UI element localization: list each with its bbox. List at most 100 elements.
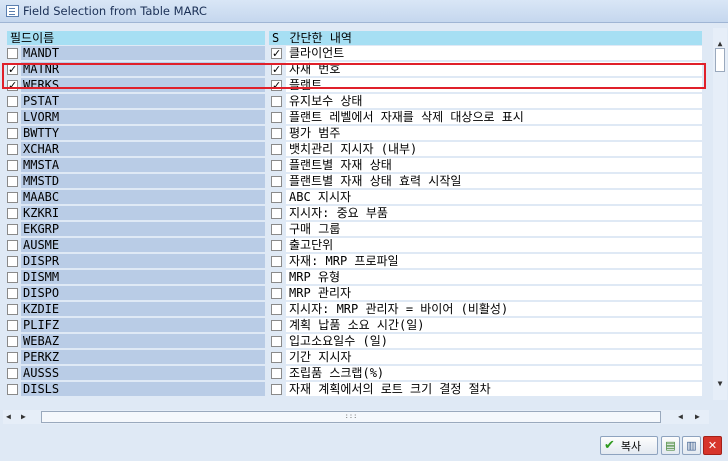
select-field-checkbox[interactable] bbox=[7, 176, 18, 187]
select-field-checkbox[interactable] bbox=[7, 256, 18, 267]
select-field-checkbox[interactable] bbox=[7, 352, 18, 363]
table-row: DISPO MRP 관리자 bbox=[3, 286, 714, 302]
select-field-checkbox[interactable] bbox=[7, 320, 18, 331]
select-field-checkbox[interactable]: ✓ bbox=[7, 80, 18, 91]
table-row: AUSME 출고단위 bbox=[3, 238, 714, 254]
field-name-cell: PLIFZ bbox=[21, 318, 265, 333]
short-description-cell: 구매 그룹 bbox=[286, 222, 702, 237]
select-field-checkbox[interactable] bbox=[7, 160, 18, 171]
show-field-checkbox[interactable]: ✓ bbox=[271, 80, 282, 91]
field-name-cell: KZKRI bbox=[21, 206, 265, 221]
scroll-left-end-icon[interactable]: ◀ bbox=[678, 413, 683, 421]
show-field-checkbox[interactable] bbox=[271, 272, 282, 283]
show-field-checkbox[interactable] bbox=[271, 368, 282, 379]
select-field-checkbox[interactable] bbox=[7, 368, 18, 379]
short-description-cell: 유지보수 상태 bbox=[286, 94, 702, 109]
short-description-cell: 클라이언트 bbox=[286, 46, 702, 61]
show-field-checkbox[interactable] bbox=[271, 192, 282, 203]
field-name-cell: MAABC bbox=[21, 190, 265, 205]
table-row: MAABC ABC 지시자 bbox=[3, 190, 714, 206]
select-field-checkbox[interactable] bbox=[7, 112, 18, 123]
select-field-checkbox[interactable] bbox=[7, 48, 18, 59]
select-field-checkbox[interactable] bbox=[7, 288, 18, 299]
select-field-checkbox[interactable] bbox=[7, 128, 18, 139]
copy-button[interactable]: ✔ 복사 bbox=[600, 436, 658, 455]
show-field-checkbox[interactable] bbox=[271, 96, 282, 107]
field-name-cell: AUSSS bbox=[21, 366, 265, 381]
vertical-scroll-thumb[interactable] bbox=[715, 48, 725, 72]
show-field-checkbox[interactable] bbox=[271, 336, 282, 347]
title-bar: Field Selection from Table MARC bbox=[0, 0, 728, 23]
select-field-checkbox[interactable] bbox=[7, 144, 18, 155]
short-description-cell: 플랜트별 자재 상태 효력 시작일 bbox=[286, 174, 702, 189]
table-row: BWTTY 평가 범주 bbox=[3, 126, 714, 142]
show-field-checkbox[interactable] bbox=[271, 288, 282, 299]
select-field-checkbox[interactable] bbox=[7, 240, 18, 251]
field-name-cell: MANDT bbox=[21, 46, 265, 61]
show-field-checkbox[interactable] bbox=[271, 240, 282, 251]
select-field-checkbox[interactable] bbox=[7, 336, 18, 347]
show-field-checkbox[interactable]: ✓ bbox=[271, 64, 282, 75]
show-field-checkbox[interactable] bbox=[271, 352, 282, 363]
dialog-footer: ✔ 복사 ▤ ▥ ✕ bbox=[0, 428, 728, 461]
short-description-cell: 플랜트 bbox=[286, 78, 702, 93]
short-description-cell: 플랜트별 자재 상태 bbox=[286, 158, 702, 173]
table-row: ✓ MATNR ✓ 자재 번호 bbox=[3, 62, 714, 78]
table-row: PLIFZ 계획 납품 소요 시간(일) bbox=[3, 318, 714, 334]
show-field-checkbox[interactable] bbox=[271, 304, 282, 315]
table-row: KZKRI 지시자: 중요 부품 bbox=[3, 206, 714, 222]
show-field-checkbox[interactable] bbox=[271, 128, 282, 139]
horizontal-scroll-thumb[interactable]: ::: bbox=[41, 411, 661, 423]
field-selection-table: 필드이름 S 간단한 내역 MANDT ✓ 클라이언트 ✓ MATNR ✓ 자재 번호 ✓ WE… bbox=[3, 28, 714, 428]
show-field-checkbox[interactable] bbox=[271, 384, 282, 395]
scroll-right-end-icon[interactable]: ▶ bbox=[695, 413, 700, 421]
table-row: DISLS 자재 계획에서의 로트 크기 결정 절차 bbox=[3, 382, 714, 398]
select-all-icon[interactable]: ▤ bbox=[661, 436, 680, 455]
table-row: LVORM 플랜트 레벨에서 자재를 삭제 대상으로 표시 bbox=[3, 110, 714, 126]
select-field-checkbox[interactable] bbox=[7, 272, 18, 283]
field-name-cell: BWTTY bbox=[21, 126, 265, 141]
vertical-scrollbar[interactable]: ▲ ▼ bbox=[713, 28, 727, 400]
short-description-cell: 지시자: MRP 관리자 = 바이어 (비활성) bbox=[286, 302, 702, 317]
short-description-cell: MRP 관리자 bbox=[286, 286, 702, 301]
show-field-checkbox[interactable] bbox=[271, 208, 282, 219]
select-field-checkbox[interactable] bbox=[7, 304, 18, 315]
select-field-checkbox[interactable] bbox=[7, 208, 18, 219]
table-row: EKGRP 구매 그룹 bbox=[3, 222, 714, 238]
show-field-checkbox[interactable] bbox=[271, 176, 282, 187]
select-field-checkbox[interactable] bbox=[7, 224, 18, 235]
select-field-checkbox[interactable] bbox=[7, 192, 18, 203]
show-field-checkbox[interactable] bbox=[271, 112, 282, 123]
table-row: MANDT ✓ 클라이언트 bbox=[3, 46, 714, 62]
show-field-checkbox[interactable] bbox=[271, 224, 282, 235]
show-field-checkbox[interactable] bbox=[271, 320, 282, 331]
show-field-checkbox[interactable] bbox=[271, 256, 282, 267]
table-row: MMSTA 플랜트별 자재 상태 bbox=[3, 158, 714, 174]
scroll-down-icon[interactable]: ▼ bbox=[716, 380, 724, 388]
deselect-all-icon[interactable]: ▥ bbox=[682, 436, 701, 455]
field-name-cell: DISLS bbox=[21, 382, 265, 397]
select-field-checkbox[interactable] bbox=[7, 96, 18, 107]
short-description-cell: 뱃치관리 지시자 (내부) bbox=[286, 142, 702, 157]
show-field-checkbox[interactable]: ✓ bbox=[271, 48, 282, 59]
dialog-icon bbox=[6, 5, 19, 17]
cancel-icon[interactable]: ✕ bbox=[703, 436, 722, 455]
horizontal-scrollbar[interactable]: ◀ ▶ ::: ◀ ▶ bbox=[3, 410, 709, 424]
column-header-short-desc[interactable]: S 간단한 내역 bbox=[269, 31, 702, 45]
field-name-cell: DISPO bbox=[21, 286, 265, 301]
table-row: KZDIE 지시자: MRP 관리자 = 바이어 (비활성) bbox=[3, 302, 714, 318]
scroll-up-icon[interactable]: ▲ bbox=[716, 40, 724, 48]
scroll-left-icon[interactable]: ◀ bbox=[6, 413, 11, 421]
column-header-field-name[interactable]: 필드이름 bbox=[7, 31, 265, 45]
field-name-cell: PERKZ bbox=[21, 350, 265, 365]
field-name-cell: DISPR bbox=[21, 254, 265, 269]
show-field-checkbox[interactable] bbox=[271, 160, 282, 171]
show-field-checkbox[interactable] bbox=[271, 144, 282, 155]
field-name-cell: MATNR bbox=[21, 62, 265, 77]
select-field-checkbox[interactable]: ✓ bbox=[7, 64, 18, 75]
field-name-cell: WERKS bbox=[21, 78, 265, 93]
scroll-right-step-icon[interactable]: ▶ bbox=[21, 413, 26, 421]
field-name-cell: MMSTA bbox=[21, 158, 265, 173]
short-description-cell: ABC 지시자 bbox=[286, 190, 702, 205]
select-field-checkbox[interactable] bbox=[7, 384, 18, 395]
